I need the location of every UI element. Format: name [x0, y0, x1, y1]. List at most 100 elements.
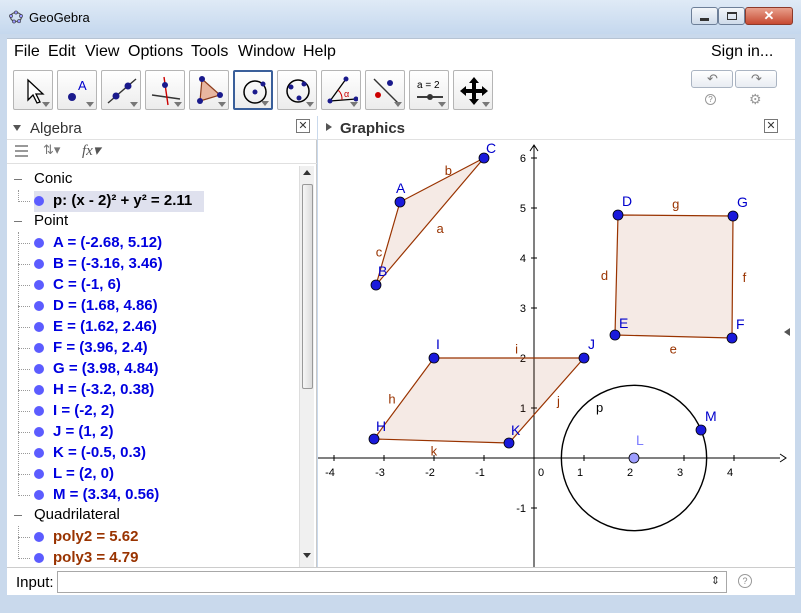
point-L[interactable]: [628, 452, 640, 464]
line-tool-button[interactable]: [101, 70, 141, 110]
algebra-item[interactable]: p: (x - 2)² + y² = 2.11: [34, 191, 204, 212]
menu-help[interactable]: Help: [303, 43, 336, 61]
scroll-thumb[interactable]: [302, 184, 313, 389]
visibility-toggle-icon[interactable]: [34, 301, 44, 311]
visibility-toggle-icon[interactable]: [34, 469, 44, 479]
visibility-toggle-icon[interactable]: [34, 196, 44, 206]
window-frame-bottom: [0, 595, 801, 613]
move-graphics-view-tool-button[interactable]: [453, 70, 493, 110]
point-D[interactable]: [612, 209, 624, 221]
point-J[interactable]: [578, 352, 590, 364]
function-input-icon[interactable]: fx▾: [82, 141, 100, 160]
visibility-toggle-icon[interactable]: [34, 238, 44, 248]
segment-label-d: d: [601, 268, 608, 283]
maximize-button[interactable]: [718, 7, 745, 25]
minimize-button[interactable]: [691, 7, 718, 25]
y-tick-label: 4: [520, 253, 526, 265]
point-tool-button[interactable]: A: [57, 70, 97, 110]
algebra-item-text: poly3 = 4.79: [53, 549, 139, 566]
point-I[interactable]: [428, 352, 440, 364]
segment-label-b: b: [445, 163, 452, 178]
input-field[interactable]: ⇕: [57, 571, 727, 593]
visibility-toggle-icon[interactable]: [34, 364, 44, 374]
close-algebra-icon[interactable]: ✕: [296, 119, 310, 133]
menu-bar: File Edit View Options Tools Window Help…: [7, 38, 795, 64]
undo-button[interactable]: ↶: [691, 70, 733, 88]
close-window-button[interactable]: ✕: [745, 7, 793, 25]
menu-options[interactable]: Options: [128, 43, 183, 61]
x-tick-label: -4: [325, 467, 335, 479]
point-label-M: M: [705, 408, 717, 424]
collapse-category-icon[interactable]: [14, 221, 22, 222]
point-label-H: H: [376, 418, 386, 434]
visibility-toggle-icon[interactable]: [34, 280, 44, 290]
expand-triangle-icon[interactable]: [326, 123, 332, 131]
sort-icon[interactable]: ⇅▾: [43, 142, 60, 158]
visibility-toggle-icon[interactable]: [34, 553, 44, 563]
close-graphics-icon[interactable]: ✕: [764, 119, 778, 133]
sign-in-link[interactable]: Sign in...: [711, 43, 773, 61]
point-label-I: I: [436, 336, 440, 352]
algebra-scrollbar[interactable]: [299, 166, 314, 567]
visibility-toggle-icon[interactable]: [34, 427, 44, 437]
visibility-toggle-icon[interactable]: [34, 343, 44, 353]
conic-tool-button[interactable]: [277, 70, 317, 110]
x-tick-label: 2: [627, 467, 633, 479]
algebra-item-text: E = (1.62, 2.46): [53, 318, 157, 335]
segment-label-a: a: [436, 221, 444, 236]
move-tool-button[interactable]: [13, 70, 53, 110]
undo-icon: ↶: [707, 71, 718, 86]
menu-file[interactable]: File: [14, 43, 40, 61]
visibility-toggle-icon[interactable]: [34, 322, 44, 332]
visibility-toggle-icon[interactable]: [34, 490, 44, 500]
point-A[interactable]: [394, 196, 406, 208]
polygon-poly3[interactable]: [372, 357, 586, 444]
input-history-icon[interactable]: ⇕: [711, 574, 720, 587]
scroll-up-icon[interactable]: [303, 170, 311, 175]
toggle-description-icon[interactable]: [15, 145, 28, 157]
polygon-triangle[interactable]: [375, 157, 485, 286]
point-H[interactable]: [368, 433, 380, 445]
algebra-item-text: C = (-1, 6): [53, 276, 121, 293]
perpendicular-line-tool-button[interactable]: [145, 70, 185, 110]
segment-label-k: k: [431, 443, 438, 458]
point-E[interactable]: [609, 329, 621, 341]
menu-tools[interactable]: Tools: [191, 43, 228, 61]
circle-tool-button[interactable]: [233, 70, 273, 110]
tree-connector: [18, 369, 30, 370]
visibility-toggle-icon[interactable]: [34, 448, 44, 458]
point-label-C: C: [486, 141, 496, 156]
menu-window[interactable]: Window: [238, 43, 295, 61]
collapse-category-icon[interactable]: [14, 179, 22, 180]
collapse-category-icon[interactable]: [14, 515, 22, 516]
help-icon[interactable]: ?: [705, 94, 716, 105]
polygon-tool-button[interactable]: [189, 70, 229, 110]
polygon-poly2[interactable]: [614, 214, 734, 339]
side-panel-toggle-icon[interactable]: [784, 328, 790, 336]
point-B[interactable]: [370, 279, 382, 291]
scroll-down-icon[interactable]: [303, 553, 311, 558]
visibility-toggle-icon[interactable]: [34, 385, 44, 395]
algebra-item-text: A = (-2.68, 5.12): [53, 234, 163, 251]
point-G[interactable]: [727, 210, 739, 222]
algebra-item-text: M = (3.34, 0.56): [53, 486, 160, 503]
point-F[interactable]: [726, 332, 738, 344]
settings-gear-icon[interactable]: ⚙: [749, 91, 762, 108]
collapse-triangle-icon[interactable]: [13, 125, 21, 131]
category-conic: Conic: [34, 170, 73, 187]
visibility-toggle-icon[interactable]: [34, 259, 44, 269]
visibility-toggle-icon[interactable]: [34, 532, 44, 542]
menu-edit[interactable]: Edit: [48, 43, 76, 61]
angle-tool-button[interactable]: α: [321, 70, 361, 110]
graphics-canvas[interactable]: -4-3-2-101234654321-1cabdefgkjihpABCDEFG…: [318, 141, 795, 567]
input-help-icon[interactable]: ?: [738, 574, 752, 588]
menu-view[interactable]: View: [85, 43, 119, 61]
slider-tool-button[interactable]: a = 2: [409, 70, 449, 110]
algebra-item-text: G = (3.98, 4.84): [53, 360, 159, 377]
reflect-tool-button[interactable]: [365, 70, 405, 110]
point-K[interactable]: [503, 437, 515, 449]
point-M[interactable]: [695, 424, 707, 436]
point-label-J: J: [588, 336, 595, 352]
visibility-toggle-icon[interactable]: [34, 406, 44, 416]
redo-button[interactable]: ↷: [735, 70, 777, 88]
